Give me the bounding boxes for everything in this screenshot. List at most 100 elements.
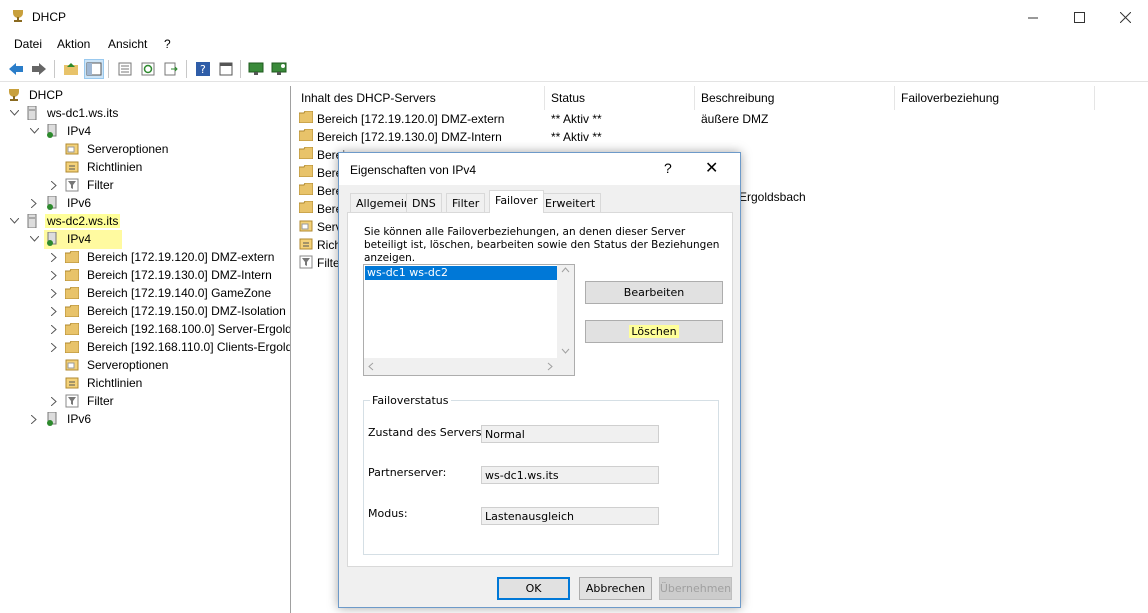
folder-icon [298, 182, 315, 199]
refresh-icon[interactable] [138, 59, 158, 79]
column-header-failover[interactable]: Failoverbeziehung [895, 86, 1095, 110]
mode-label: Modus: [368, 507, 408, 520]
tab-failover[interactable]: Failover [489, 190, 544, 213]
tree-server-ws-dc2[interactable]: ws-dc2.ws.its [8, 212, 121, 230]
tab-dns[interactable]: DNS [406, 193, 442, 212]
failover-status-title: Failoverstatus [370, 394, 451, 407]
chevron-right-icon[interactable] [28, 197, 40, 209]
chevron-right-icon[interactable] [48, 179, 60, 191]
close-icon[interactable] [1102, 0, 1148, 34]
ipv6-icon [44, 195, 60, 211]
tree-ipv4-dc2[interactable]: IPv4 [28, 230, 93, 248]
chevron-down-icon[interactable] [8, 107, 20, 119]
tab-erweitert[interactable]: Erweitert [539, 193, 602, 212]
failover-tab-panel: Sie können alle Failoverbeziehungen, an … [347, 212, 733, 567]
options-icon [299, 219, 315, 235]
folder-icon [64, 285, 80, 301]
chevron-right-icon[interactable] [48, 305, 60, 317]
mode-field: Lastenausgleich [481, 507, 659, 525]
title-bar: DHCP [0, 0, 1148, 34]
filter-icon [64, 177, 80, 193]
column-header-status[interactable]: Status [545, 86, 695, 110]
column-header-content[interactable]: Inhalt des DHCP-Servers [295, 86, 545, 110]
tree-scope[interactable]: Bereich [192.168.100.0] Server-Ergoldsb [48, 320, 290, 338]
chevron-down-icon[interactable] [28, 233, 40, 245]
tree-scope[interactable]: Bereich [172.19.150.0] DMZ-Isolation [48, 302, 288, 320]
show-hide-tree-icon[interactable] [84, 59, 104, 79]
failover-relationship-list[interactable]: ws-dc1 ws-dc2 [363, 264, 575, 376]
list-row[interactable]: Bereich [172.19.130.0] DMZ-Intern ** Akt… [295, 128, 1148, 146]
column-header-description[interactable]: Beschreibung [695, 86, 895, 110]
dialog-title-bar: Eigenschaften von IPv4 ? ✕ [339, 153, 740, 185]
chevron-down-icon[interactable] [8, 215, 20, 227]
console-tree[interactable]: DHCP ws-dc1.ws.its IPv4 Serveroptionen R… [0, 86, 291, 613]
dialog-help-icon[interactable]: ? [664, 160, 672, 176]
menu-help[interactable]: ? [164, 37, 171, 51]
list-item[interactable]: ws-dc1 ws-dc2 [365, 266, 557, 280]
export-icon[interactable] [161, 59, 181, 79]
forward-arrow-icon[interactable] [29, 59, 49, 79]
maximize-icon[interactable] [1056, 0, 1102, 34]
tree-ipv6-dc1[interactable]: IPv6 [28, 194, 93, 212]
back-arrow-icon[interactable] [6, 59, 26, 79]
up-folder-icon[interactable] [61, 59, 81, 79]
monitor-icon[interactable] [246, 59, 266, 79]
minimize-icon[interactable] [1010, 0, 1056, 34]
tree-richtlinien-dc2[interactable]: Richtlinien [64, 374, 144, 392]
cancel-button[interactable]: Abbrechen [579, 577, 652, 600]
delete-button-label: Löschen [629, 325, 679, 338]
dhcp-app-icon [10, 8, 26, 24]
dhcp-icon [6, 87, 22, 103]
apply-button[interactable]: Übernehmen [659, 577, 732, 600]
chevron-right-icon[interactable] [48, 395, 60, 407]
list-row[interactable]: Bereich [172.19.120.0] DMZ-extern ** Akt… [295, 110, 1148, 128]
ipv4-icon [44, 231, 60, 247]
dhcp-window: DHCP Datei Aktion Ansicht ? ? DHCP ws-dc… [0, 0, 1148, 613]
tree-ipv6-dc2[interactable]: IPv6 [28, 410, 93, 428]
tree-scope[interactable]: Bereich [172.19.140.0] GameZone [48, 284, 273, 302]
delete-button[interactable]: Löschen [585, 320, 723, 343]
chevron-right-icon[interactable] [48, 269, 60, 281]
tree-serveroptionen-dc1[interactable]: Serveroptionen [64, 140, 170, 158]
tree-ipv4-dc1[interactable]: IPv4 [28, 122, 93, 140]
tree-scope[interactable]: Bereich [192.168.110.0] Clients-Ergolds [48, 338, 290, 356]
tab-filter[interactable]: Filter [446, 193, 486, 212]
chevron-right-icon[interactable] [48, 341, 60, 353]
dialog-title: Eigenschaften von IPv4 [350, 163, 477, 177]
policy-icon [64, 375, 80, 391]
folder-icon [64, 249, 80, 265]
server-icon [24, 213, 40, 229]
folder-icon [64, 303, 80, 319]
chevron-right-icon[interactable] [28, 413, 40, 425]
chevron-right-icon[interactable] [48, 323, 60, 335]
edit-button[interactable]: Bearbeiten [585, 281, 723, 304]
chevron-right-icon[interactable] [48, 251, 60, 263]
tree-scope[interactable]: Bereich [172.19.130.0] DMZ-Intern [48, 266, 274, 284]
tree-server-ws-dc1[interactable]: ws-dc1.ws.its [8, 104, 120, 122]
dialog-close-icon[interactable]: ✕ [705, 158, 718, 178]
horizontal-scrollbar[interactable] [364, 358, 574, 375]
tree-filter-dc2[interactable]: Filter [48, 392, 116, 410]
menu-ansicht[interactable]: Ansicht [108, 37, 147, 51]
help-icon[interactable]: ? [193, 59, 213, 79]
svg-text:?: ? [200, 63, 206, 76]
tree-richtlinien-dc1[interactable]: Richtlinien [64, 158, 144, 176]
monitor-settings-icon[interactable] [269, 59, 289, 79]
tree-scope[interactable]: Bereich [172.19.120.0] DMZ-extern [48, 248, 276, 266]
vertical-scrollbar[interactable] [557, 265, 574, 358]
chevron-down-icon[interactable] [28, 125, 40, 137]
tree-serveroptionen-dc2[interactable]: Serveroptionen [64, 356, 170, 374]
folder-icon [298, 110, 315, 127]
properties-icon[interactable] [115, 59, 135, 79]
tree-filter-dc1[interactable]: Filter [48, 176, 116, 194]
window-title: DHCP [32, 10, 67, 24]
options-icon [64, 357, 80, 373]
menu-aktion[interactable]: Aktion [57, 37, 90, 51]
view-icon[interactable] [216, 59, 236, 79]
tree-root-dhcp[interactable]: DHCP [6, 86, 65, 104]
options-icon [64, 141, 80, 157]
ok-button[interactable]: OK [497, 577, 570, 600]
menu-datei[interactable]: Datei [14, 37, 42, 51]
server-state-field: Normal [481, 425, 659, 443]
chevron-right-icon[interactable] [48, 287, 60, 299]
